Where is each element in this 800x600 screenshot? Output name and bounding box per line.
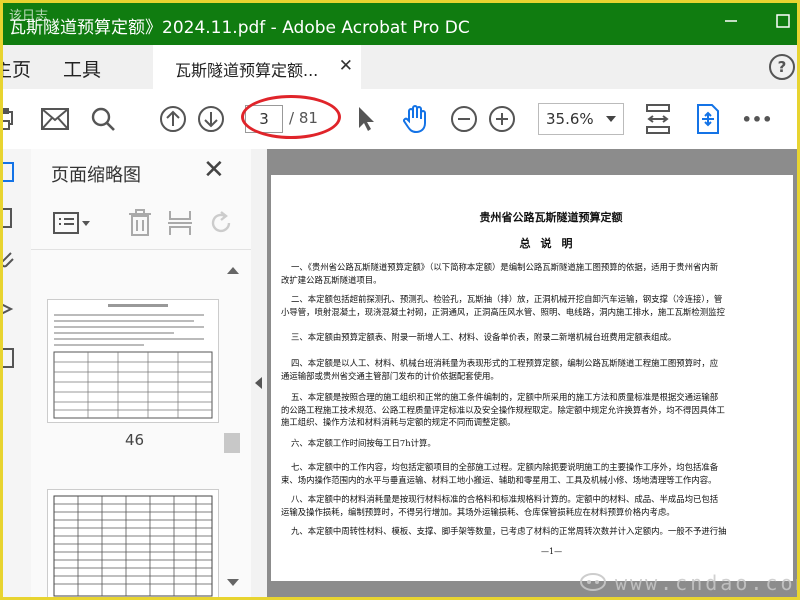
paragraph-line: 四、本定额是以人工、材料、机械台班消耗量为表现形式的工程预算定额，编制公路瓦斯隧… [291,358,719,368]
delete-page-icon[interactable] [127,209,153,241]
extract-page-icon[interactable] [167,209,193,241]
watermark-logo-icon [579,571,607,593]
print-icon[interactable] [3,89,21,149]
scroll-up-icon[interactable] [227,267,239,274]
scroll-down-icon[interactable] [227,579,239,586]
panel-title: 页面缩略图 [51,165,141,186]
panel-close-icon[interactable]: ✕ [203,155,225,185]
document-tab[interactable]: 瓦斯隧道预算定额... ✕ [153,45,361,89]
paragraph: 二、本定额包括超前探测孔、预测孔、检验孔，瓦斯抽（排）放，正洞机械开挖自卸汽车运… [281,293,725,318]
paragraph-line: 一、《贵州省公路瓦斯隧道预算定额》（以下简称本定额）是编制公路瓦斯隧道施工图预算… [291,262,719,272]
window-title: 瓦斯隧道预算定额》2024.11.pdf - Adobe Acrobat Pro… [9,18,470,38]
maximize-icon[interactable] [765,9,797,39]
doc-right-gutter [793,149,797,597]
zoom-value: 35.6% [546,110,594,128]
panel-toolbar [31,199,251,250]
highlight-annotation [241,95,341,139]
search-icon[interactable] [87,89,119,149]
paragraph: 五、本定额是按照合理的施工组织和正常的施工条件编制的，定额中所采用的施工方法和质… [281,391,725,429]
clipboard-icon[interactable] [3,345,19,373]
document-heading: 贵州省公路瓦斯隧道预算定额 [479,211,623,224]
email-icon[interactable] [37,89,73,149]
paragraph-line: 的公路工程施工技术规范、公路工程质量评定标准以及安全操作规程取定。除定额中规定允… [281,404,725,415]
pdf-page: 贵州省公路瓦斯隧道预算定额 总说明 一、《贵州省公路瓦斯隧道预算定额》（以下简称… [271,175,797,581]
scrollbar-thumb[interactable] [224,433,240,453]
page-thumbnails-panel: 页面缩略图 ✕ 46 [31,149,252,597]
paragraph-line: 束、场内操作范围内的水平与垂直运输、材料工地小搬运、辅助和零星用工、工具及机械小… [281,474,717,485]
paragraph: 三、本定额由预算定额表、附录一新增人工、材料、设备单价表，附录二新增机械台班费用… [291,331,676,344]
bookmark-icon[interactable] [3,207,19,235]
collapse-arrow-icon [255,377,262,389]
document-tab-label: 瓦斯隧道预算定额... [175,61,319,80]
page-thumbnails-icon[interactable] [3,161,19,189]
paragraph-line: 小导管，喷射混凝土，现浇混凝土衬砌，正洞通风，正洞高压风水管、照明、电线路，洞内… [281,306,725,317]
page-down-icon[interactable] [195,89,227,149]
paragraph-line: 六、本定额工作时间按每工日7h计算。 [291,438,436,448]
document-viewport[interactable]: 贵州省公路瓦斯隧道预算定额 总说明 一、《贵州省公路瓦斯隧道预算定额》（以下简称… [267,149,797,597]
paragraph-line: 二、本定额包括超前探测孔、预测孔、检验孔，瓦斯抽（排）放，正洞机械开挖自卸汽车运… [291,294,723,304]
hand-tool-icon[interactable] [399,89,433,149]
document-subheading: 总说明 [519,237,583,250]
scroll-mode-icon[interactable] [693,89,723,149]
paragraph-line: 改扩建公路瓦斯隧道项目。 [281,274,382,285]
title-bar: 该日志 瓦斯隧道预算定额》2024.11.pdf - Adobe Acrobat… [3,3,797,45]
thumbnail-scrollbar[interactable] [223,261,241,597]
watermark-text: www.cndao.com [615,571,800,595]
acrobat-window: 该日志 瓦斯隧道预算定额》2024.11.pdf - Adobe Acrobat… [0,0,800,600]
more-icon[interactable]: ••• [737,89,777,149]
paragraph-line: 七、本定额中的工作内容，均包括定额项目的全部施工过程。定额内除扼要说明施工的主要… [291,462,719,472]
main-toolbar: 3 / 81 35.6% ••• [3,89,797,150]
paragraph: 一、《贵州省公路瓦斯隧道预算定额》（以下简称本定额）是编制公路瓦斯隧道施工图预算… [281,261,719,286]
panel-collapse-handle[interactable] [251,149,267,597]
zoom-out-icon[interactable] [449,89,479,149]
paragraph-line: 八、本定额中的材料消耗量是按现行材料标准的合格料和标准规格料计算的。定额中的材料… [291,494,719,504]
navigation-pane-strip [3,149,32,597]
paragraph: 九、本定额中周转性材料、模板、支撑、脚手架等数量，已考虑了材料的正常周转次数并计… [291,525,727,538]
paragraph-line: 施工组织、操作方法和材料消耗与定额的规定不同而调整定额。 [281,417,516,427]
minimize-icon[interactable] [713,9,749,39]
layers-icon[interactable] [3,297,19,325]
paragraph-line: 五、本定额是按照合理的施工组织和正常的施工条件编制的，定额中所采用的施工方法和质… [291,392,719,402]
paragraph-line: 运输及操作损耗，编制预算时，不得另行增加。其场外运输损耗、仓库保管损耗应在材料预… [281,506,675,517]
rotate-page-icon[interactable] [207,209,235,241]
zoom-in-icon[interactable] [487,89,517,149]
paragraph-line: 通运输部或贵州省交通主管部门发布的计价依据配套使用。 [281,370,499,381]
page-number-footer: —1— [541,547,563,556]
page-thumbnail[interactable] [47,299,219,423]
paragraph: 七、本定额中的工作内容，均包括定额项目的全部施工过程。定额内除扼要说明施工的主要… [281,461,719,486]
page-thumbnail[interactable] [47,489,219,597]
zoom-dropdown[interactable]: 35.6% [538,103,624,135]
paragraph: 八、本定额中的材料消耗量是按现行材料标准的合格料和标准规格料计算的。定额中的材料… [281,493,719,518]
paragraph-line: 三、本定额由预算定额表、附录一新增人工、材料、设备单价表，附录二新增机械台班费用… [291,332,677,342]
page-up-icon[interactable] [157,89,189,149]
menu-home[interactable]: 主页 [3,55,31,82]
paragraph: 六、本定额工作时间按每工日7h计算。 [291,437,436,450]
attachment-icon[interactable] [3,249,19,277]
options-menu-icon[interactable] [53,211,93,239]
menu-tools[interactable]: 工具 [63,55,101,82]
help-icon[interactable]: ? [769,54,795,80]
paragraph: 四、本定额是以人工、材料、机械台班消耗量为表现形式的工程预算定额，编制公路瓦斯隧… [281,357,719,382]
fit-page-icon[interactable] [643,89,673,149]
thumbnail-page-number: 46 [125,431,145,449]
select-arrow-icon[interactable] [351,89,381,149]
close-icon[interactable]: ✕ [339,56,353,76]
menu-tab-bar: 主页 工具 瓦斯隧道预算定额... ✕ ? [3,45,797,90]
zoom-dropdown-icon [606,116,616,122]
paragraph-line: 九、本定额中周转性材料、模板、支撑、脚手架等数量，已考虑了材料的正常周转次数并计… [291,526,727,536]
